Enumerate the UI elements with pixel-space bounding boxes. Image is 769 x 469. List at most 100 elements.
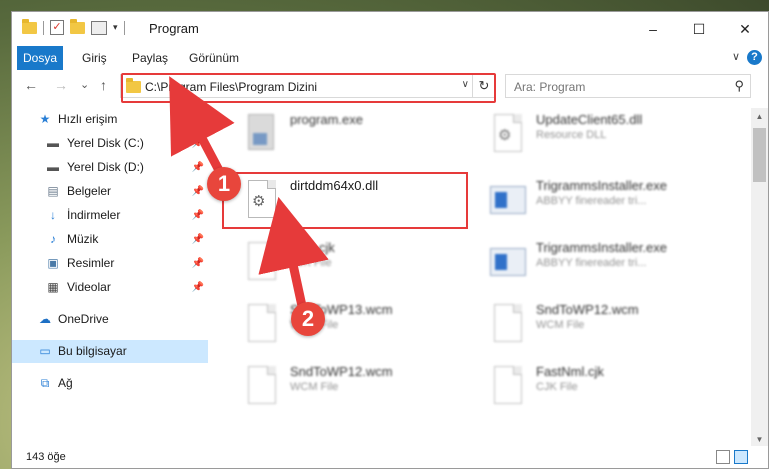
minimize-button[interactable]: – [630, 12, 676, 46]
close-button[interactable]: ✕ [722, 12, 768, 46]
list-item[interactable]: program.exe [238, 108, 478, 160]
file-type: Resource DLL [536, 129, 607, 141]
file-icon [488, 302, 524, 344]
sidebar-item-quick-access[interactable]: ★ Hızlı erişim [12, 108, 208, 131]
app-icon [488, 178, 526, 220]
pin-icon[interactable]: 📌 [192, 276, 204, 299]
tab-view[interactable]: Görünüm [181, 46, 247, 70]
sidebar-item-label: Yerel Disk (C:) [67, 136, 144, 150]
cloud-icon: ☁ [39, 312, 51, 326]
sidebar-item-label: Bu bilgisayar [58, 344, 127, 358]
search-box[interactable]: ⚲ [505, 74, 751, 99]
sidebar-item-music[interactable]: ♪ Müzik 📌 [12, 228, 208, 251]
ribbon-tabs: Dosya Giriş Paylaş Görünüm ∨ ? [12, 46, 768, 98]
sidebar-item-documents[interactable]: ▤ Belgeler 📌 [12, 180, 208, 203]
toolbar-divider [123, 20, 125, 35]
file-type: WCM File [290, 319, 339, 331]
customize-toolbar-icon[interactable] [91, 20, 107, 35]
search-input[interactable] [506, 75, 726, 99]
sidebar-item-this-pc[interactable]: ▭ Bu bilgisayar [12, 340, 208, 363]
dll-icon: ⚙ [242, 178, 278, 220]
address-bar[interactable]: C:\Program Files\Program Dizini ∨ ↻ [120, 74, 496, 98]
file-name: SndToWP12.wcm [290, 364, 393, 379]
file-name: UpdateClient65.dll [536, 112, 643, 127]
computer-icon: ▭ [39, 344, 51, 358]
file-name: TrigrammsInstaller.exe [536, 240, 667, 255]
list-item[interactable]: TrigrammsInstaller.exe ABBYY finereader … [484, 174, 724, 226]
refresh-button[interactable]: ↻ [472, 75, 495, 97]
properties-check-icon[interactable]: ✓ [50, 20, 64, 35]
scroll-up-icon[interactable]: ▲ [751, 108, 768, 125]
sidebar-item-local-disk-c[interactable]: ▬ Yerel Disk (C:) 📌 [12, 132, 208, 155]
pin-icon[interactable]: 📌 [192, 156, 204, 179]
sidebar-item-label: Yerel Disk (D:) [67, 160, 144, 174]
maximize-button[interactable]: ☐ [676, 12, 722, 46]
tab-share[interactable]: Paylaş [124, 46, 176, 70]
pin-icon[interactable]: 📌 [192, 204, 204, 227]
list-item[interactable]: ...an.cjk CJK File [238, 236, 478, 288]
sidebar-item-pictures[interactable]: ▣ Resimler 📌 [12, 252, 208, 275]
music-icon: ♪ [50, 232, 56, 246]
quick-access-toolbar: ✓ ▾ [22, 18, 125, 35]
up-button[interactable]: ↑ [100, 77, 107, 93]
sidebar-item-downloads[interactable]: ↓ İndirmeler 📌 [12, 204, 208, 227]
toolbar-dropdown-icon[interactable]: ▾ [113, 22, 118, 33]
pin-icon[interactable]: 📌 [192, 180, 204, 203]
file-type: CJK File [536, 381, 578, 393]
sidebar-item-label: Videolar [67, 280, 111, 294]
list-item[interactable]: ⚙ dirtddm64x0.dll [238, 174, 478, 226]
sidebar-item-label: İndirmeler [67, 208, 121, 222]
file-type: ABBYY finereader tri... [536, 257, 647, 269]
sidebar-item-label: Belgeler [67, 184, 112, 198]
tab-home[interactable]: Giriş [74, 46, 115, 70]
pin-icon[interactable]: 📌 [192, 252, 204, 275]
item-count: 143 öğe [26, 451, 66, 463]
back-button[interactable]: ← [24, 77, 38, 93]
sidebar-item-network[interactable]: ⧉ Ağ [12, 372, 208, 395]
document-icon: ▤ [47, 184, 59, 198]
file-name: ...an.cjk [290, 240, 335, 255]
file-icon [242, 240, 278, 282]
file-name: TrigrammsInstaller.exe [536, 178, 667, 193]
forward-button[interactable]: → [54, 77, 68, 93]
navigation-pane: ★ Hızlı erişim ▬ Yerel Disk (C:) 📌 ▬ Yer… [12, 108, 208, 438]
video-icon: ▦ [47, 280, 59, 294]
scrollbar-thumb[interactable] [753, 128, 766, 182]
large-icons-view-icon[interactable] [734, 450, 748, 464]
list-item[interactable]: SndToWP13.wcm WCM File [238, 298, 478, 350]
new-folder-icon[interactable] [70, 18, 85, 34]
title-bar: ✓ ▾ Program – ☐ ✕ [12, 12, 768, 46]
file-name: SndToWP12.wcm [536, 302, 639, 317]
sidebar-item-label: Ağ [58, 376, 73, 390]
exe-icon [242, 112, 278, 154]
pin-icon[interactable]: 📌 [192, 132, 204, 155]
details-view-icon[interactable] [716, 450, 730, 464]
list-item[interactable]: ⚙ UpdateClient65.dll Resource DLL [484, 108, 724, 160]
vertical-scrollbar[interactable]: ▲ ▼ [751, 108, 768, 448]
list-item[interactable]: TrigrammsInstaller.exe ABBYY finereader … [484, 236, 724, 288]
drive-icon: ▬ [47, 160, 59, 174]
address-path[interactable]: C:\Program Files\Program Dizini [145, 80, 317, 94]
folder-icon[interactable] [22, 18, 37, 34]
file-type: WCM File [290, 381, 339, 393]
star-icon: ★ [39, 112, 51, 126]
file-type: WCM File [536, 319, 585, 331]
address-dropdown-icon[interactable]: ∨ [462, 79, 469, 90]
list-item[interactable]: SndToWP12.wcm WCM File [484, 298, 724, 350]
recent-locations-button[interactable]: ⌄ [80, 78, 89, 91]
pin-icon[interactable]: 📌 [192, 228, 204, 251]
search-icon[interactable]: ⚲ [734, 78, 744, 94]
sidebar-item-videos[interactable]: ▦ Videolar 📌 [12, 276, 208, 299]
explorer-window: ✓ ▾ Program – ☐ ✕ Dosya Giriş Paylaş Gör… [11, 11, 769, 469]
drive-icon: ▬ [47, 136, 59, 150]
file-icon [242, 302, 278, 344]
sidebar-item-local-disk-d[interactable]: ▬ Yerel Disk (D:) 📌 [12, 156, 208, 179]
sidebar-item-onedrive[interactable]: ☁ OneDrive [12, 308, 208, 331]
help-icon[interactable]: ? [747, 50, 762, 65]
list-item[interactable]: FastNml.cjk CJK File [484, 360, 724, 412]
collapse-ribbon-icon[interactable]: ∨ [732, 50, 740, 63]
file-name: SndToWP13.wcm [290, 302, 393, 317]
list-item[interactable]: SndToWP12.wcm WCM File [238, 360, 478, 412]
toolbar-divider [43, 20, 44, 35]
sidebar-item-label: Resimler [67, 256, 115, 270]
